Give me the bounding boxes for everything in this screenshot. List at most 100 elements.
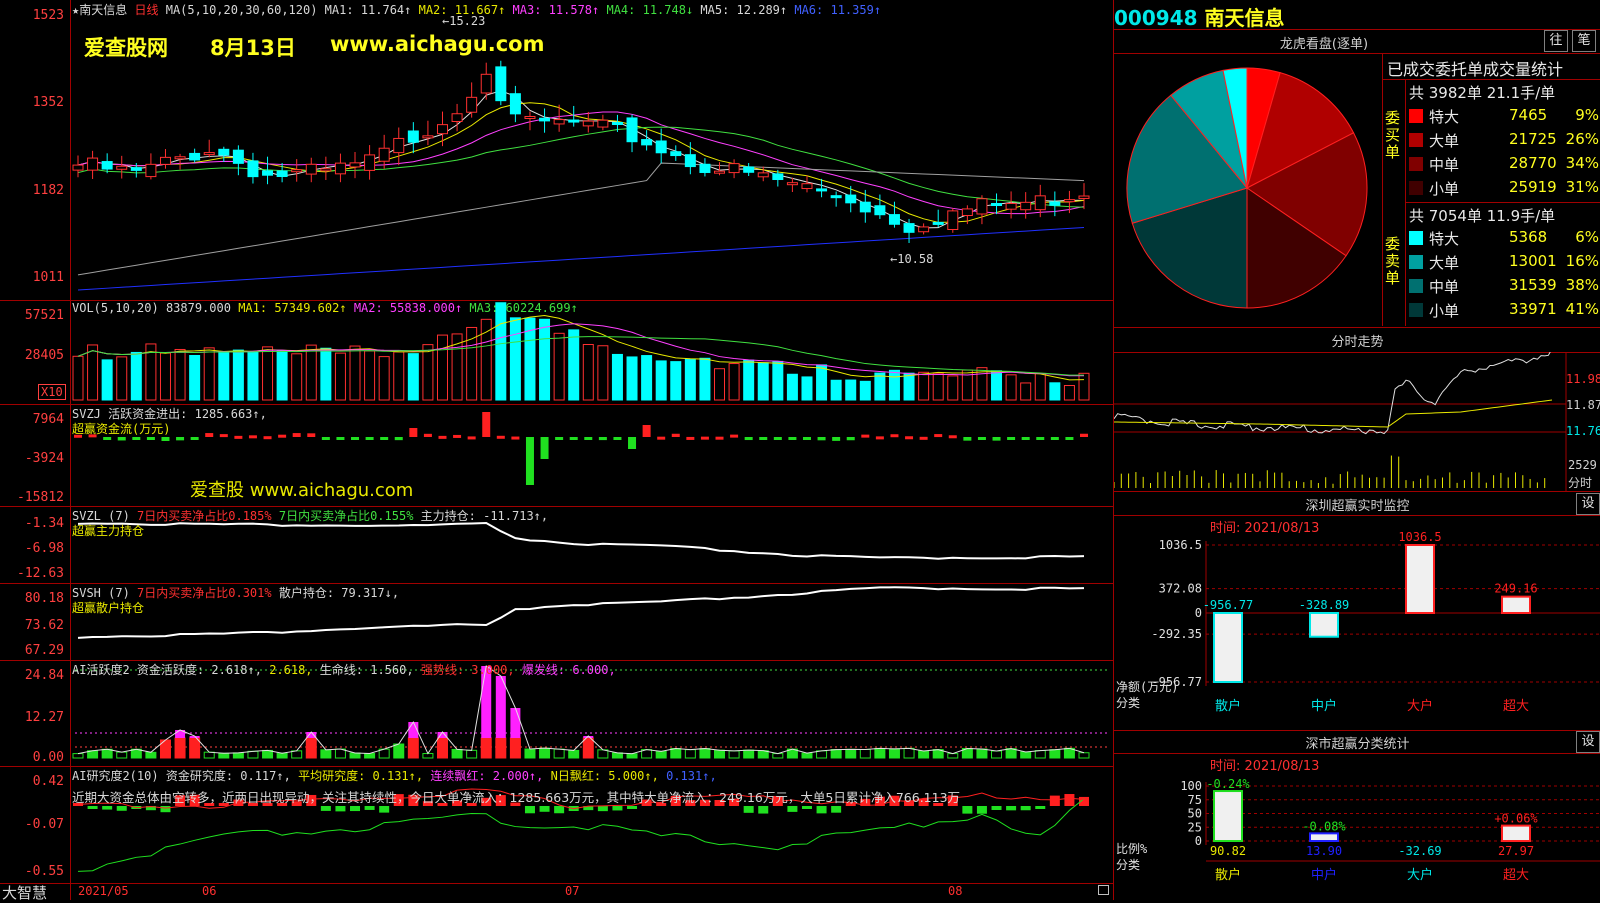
volume-bar [991, 370, 1003, 401]
legend-swatch [1409, 109, 1423, 123]
activity-bar [1049, 749, 1061, 759]
stock-name: 南天信息 [1204, 6, 1285, 30]
svzj-bar [525, 437, 534, 485]
volume-bar [130, 351, 142, 401]
candle-body [422, 135, 434, 139]
svzj-bar [496, 435, 505, 439]
classify-bar [1501, 824, 1531, 843]
activity-bar [582, 737, 594, 759]
activity-bar [232, 752, 244, 759]
volume-chart[interactable] [0, 300, 1113, 404]
candle-body [466, 96, 478, 113]
watermark-mid: 爱查股 www.aichagu.com [190, 480, 414, 501]
svzj-bar [423, 433, 432, 437]
candle-body [262, 170, 274, 176]
divider [1114, 730, 1600, 731]
classify-top-label: -0.08% [1302, 819, 1346, 833]
svzj-bar [263, 436, 272, 440]
volume-bar [903, 372, 915, 401]
sell-total: 共 7054单 11.9手/单 [1409, 207, 1556, 225]
monitor-xlabel: 分类 [1116, 696, 1140, 710]
watermark-date: 8月13日 [210, 36, 296, 60]
activity-bar [918, 750, 930, 759]
ma3-value: MA3: 11.578↑ [512, 3, 600, 17]
ma6-value: MA6: 11.359↑ [794, 3, 882, 17]
activity-bar [801, 752, 813, 759]
main-chart-panel[interactable]: 1523 1352 1182 1011 ★南天信息 日线 MA(5,10,20,… [0, 0, 1113, 301]
dragon-button-1[interactable]: 往 [1544, 30, 1568, 52]
svzj-bar [992, 437, 1001, 441]
svzj-bar [438, 435, 447, 439]
candle-body [947, 210, 959, 230]
monitor-bar-label: -956.77 [1203, 598, 1254, 612]
candle-body [714, 170, 726, 174]
activity-bar [714, 749, 726, 759]
dragon-button-2[interactable]: 笔 [1572, 30, 1596, 52]
candle-body [291, 169, 303, 173]
classify-settings-button[interactable]: 设 [1576, 731, 1600, 753]
monitor-settings-button[interactable]: 设 [1576, 493, 1600, 515]
svzl-panel[interactable]: -1.34 -6.98 -12.63 SVZL (7) 7日内买卖净占比0.18… [0, 506, 1113, 584]
research-bar [816, 806, 827, 814]
svzj-bar [219, 434, 228, 438]
svzj-bar [744, 437, 753, 441]
row-value: 5368 [1509, 228, 1548, 246]
row-name: 大单 [1429, 254, 1460, 272]
candle-body [1034, 195, 1046, 211]
candle-body [1020, 201, 1032, 211]
ai2-t4: N日飘红: 5.000↑, [550, 769, 659, 783]
svsh-panel[interactable]: 80.18 73.62 67.29 SVSH (7) 7日内买卖净占比0.301… [0, 583, 1113, 661]
row-percent: 31% [1565, 178, 1599, 196]
period-label[interactable]: 日线 [134, 3, 158, 17]
svsh-sub: 超赢散户持仓 [72, 601, 145, 615]
monitor-bar [1501, 595, 1531, 614]
lock-icon[interactable] [1098, 885, 1109, 895]
svzj-bar [146, 437, 155, 440]
candle-body [364, 154, 376, 171]
candle-body [276, 170, 288, 178]
candle-body [1063, 199, 1075, 203]
volume-bar [597, 345, 609, 401]
activity-bar [189, 737, 201, 759]
svzj-bar [905, 436, 914, 440]
classify-category: 中户 [1311, 867, 1337, 883]
divider [1114, 29, 1600, 30]
svzj-bar [205, 433, 214, 437]
svzj-bar [234, 435, 243, 439]
volume-bar [582, 344, 594, 401]
volume-bar [291, 353, 303, 401]
volume-bar [859, 380, 871, 401]
activity-bar [305, 737, 317, 759]
volume-bar [232, 349, 244, 401]
activity-bar [888, 748, 900, 759]
activity-bar [670, 748, 682, 759]
svzl-sub: 超赢主力持仓 [72, 524, 145, 538]
ai-research-panel[interactable]: 0.42 -0.07 -0.55 AI研究度2(10) 资金研究度: 0.117… [0, 766, 1113, 884]
volume-bar [262, 346, 274, 401]
svzj-bar [176, 437, 185, 441]
research-bar [116, 806, 127, 811]
row-value: 13001 [1509, 252, 1557, 270]
ai1-t5: 爆发线: 6.000, [521, 663, 616, 677]
volume-bar [480, 318, 492, 401]
row-value: 25919 [1509, 178, 1557, 196]
svzj-bar [380, 437, 389, 440]
date-label: 2021/05 [78, 884, 129, 898]
monitor-bar [1213, 612, 1243, 683]
volume-bar [684, 358, 696, 401]
svzj-label: 活跃资金进出: 1285.663↑, [108, 407, 267, 421]
svzj-panel[interactable]: 7964 -3924 -15812 SVZJ 活跃资金进出: 1285.663↑… [0, 404, 1113, 507]
research-bar [1006, 806, 1017, 811]
monitor-title: 深圳超赢实时监控 [1305, 499, 1410, 514]
ai-activity-panel[interactable]: 24.84 12.27 0.00 AI活跃度2 资金活跃度: 2.618↑, 2… [0, 660, 1113, 767]
row-name: 中单 [1429, 278, 1460, 296]
candle-body [786, 182, 798, 186]
monitor-category: 中户 [1311, 698, 1337, 714]
legend-swatch [1409, 231, 1423, 245]
research-bar [597, 806, 608, 812]
volume-bar [364, 350, 376, 401]
volume-panel[interactable]: 57521 28405 X10 VOL(5,10,20) 83879.000 M… [0, 300, 1113, 405]
intraday-chart[interactable] [1114, 352, 1600, 492]
activity-bar [728, 750, 740, 759]
candle-body [772, 173, 784, 181]
